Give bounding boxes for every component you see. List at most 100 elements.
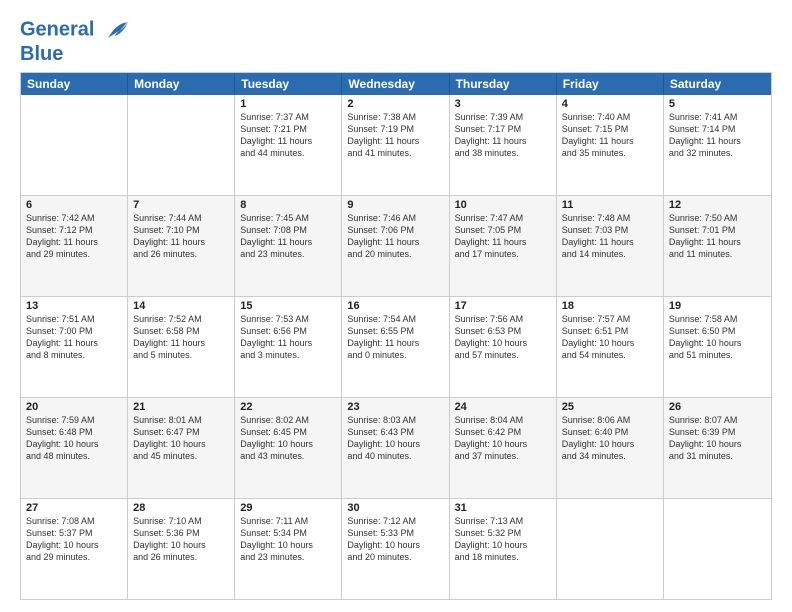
day-number: 17 [455, 300, 551, 312]
day-number: 25 [562, 401, 658, 413]
calendar-cell: 8Sunrise: 7:45 AM Sunset: 7:08 PM Daylig… [235, 196, 342, 296]
day-info: Sunrise: 7:52 AM Sunset: 6:58 PM Dayligh… [133, 313, 229, 362]
calendar-cell: 20Sunrise: 7:59 AM Sunset: 6:48 PM Dayli… [21, 398, 128, 498]
day-number: 15 [240, 300, 336, 312]
calendar-cell: 31Sunrise: 7:13 AM Sunset: 5:32 PM Dayli… [450, 499, 557, 599]
day-info: Sunrise: 7:11 AM Sunset: 5:34 PM Dayligh… [240, 515, 336, 564]
day-info: Sunrise: 8:01 AM Sunset: 6:47 PM Dayligh… [133, 414, 229, 463]
day-info: Sunrise: 8:06 AM Sunset: 6:40 PM Dayligh… [562, 414, 658, 463]
day-number: 30 [347, 502, 443, 514]
day-info: Sunrise: 7:46 AM Sunset: 7:06 PM Dayligh… [347, 212, 443, 261]
calendar-cell: 4Sunrise: 7:40 AM Sunset: 7:15 PM Daylig… [557, 95, 664, 195]
day-number: 5 [669, 98, 766, 110]
day-info: Sunrise: 7:48 AM Sunset: 7:03 PM Dayligh… [562, 212, 658, 261]
day-number: 28 [133, 502, 229, 514]
day-number: 24 [455, 401, 551, 413]
day-number: 9 [347, 199, 443, 211]
calendar-cell: 21Sunrise: 8:01 AM Sunset: 6:47 PM Dayli… [128, 398, 235, 498]
day-number: 20 [26, 401, 122, 413]
calendar-row-2: 13Sunrise: 7:51 AM Sunset: 7:00 PM Dayli… [21, 296, 771, 397]
day-info: Sunrise: 7:58 AM Sunset: 6:50 PM Dayligh… [669, 313, 766, 362]
day-info: Sunrise: 8:03 AM Sunset: 6:43 PM Dayligh… [347, 414, 443, 463]
calendar-cell: 17Sunrise: 7:56 AM Sunset: 6:53 PM Dayli… [450, 297, 557, 397]
day-number: 2 [347, 98, 443, 110]
calendar-cell: 13Sunrise: 7:51 AM Sunset: 7:00 PM Dayli… [21, 297, 128, 397]
weekday-header-tuesday: Tuesday [235, 73, 342, 95]
day-number: 16 [347, 300, 443, 312]
day-number: 7 [133, 199, 229, 211]
day-info: Sunrise: 7:08 AM Sunset: 5:37 PM Dayligh… [26, 515, 122, 564]
weekday-header-sunday: Sunday [21, 73, 128, 95]
logo-bird-icon [102, 16, 130, 44]
day-number: 23 [347, 401, 443, 413]
calendar-cell: 10Sunrise: 7:47 AM Sunset: 7:05 PM Dayli… [450, 196, 557, 296]
weekday-header-thursday: Thursday [450, 73, 557, 95]
day-number: 21 [133, 401, 229, 413]
day-info: Sunrise: 7:12 AM Sunset: 5:33 PM Dayligh… [347, 515, 443, 564]
weekday-header-monday: Monday [128, 73, 235, 95]
day-info: Sunrise: 8:04 AM Sunset: 6:42 PM Dayligh… [455, 414, 551, 463]
day-info: Sunrise: 7:47 AM Sunset: 7:05 PM Dayligh… [455, 212, 551, 261]
day-number: 19 [669, 300, 766, 312]
calendar-cell: 24Sunrise: 8:04 AM Sunset: 6:42 PM Dayli… [450, 398, 557, 498]
day-number: 27 [26, 502, 122, 514]
day-info: Sunrise: 7:56 AM Sunset: 6:53 PM Dayligh… [455, 313, 551, 362]
day-number: 26 [669, 401, 766, 413]
calendar-cell: 1Sunrise: 7:37 AM Sunset: 7:21 PM Daylig… [235, 95, 342, 195]
day-info: Sunrise: 7:45 AM Sunset: 7:08 PM Dayligh… [240, 212, 336, 261]
day-info: Sunrise: 7:53 AM Sunset: 6:56 PM Dayligh… [240, 313, 336, 362]
day-info: Sunrise: 7:13 AM Sunset: 5:32 PM Dayligh… [455, 515, 551, 564]
calendar-cell: 9Sunrise: 7:46 AM Sunset: 7:06 PM Daylig… [342, 196, 449, 296]
weekday-header-wednesday: Wednesday [342, 73, 449, 95]
calendar-cell: 7Sunrise: 7:44 AM Sunset: 7:10 PM Daylig… [128, 196, 235, 296]
calendar-cell: 12Sunrise: 7:50 AM Sunset: 7:01 PM Dayli… [664, 196, 771, 296]
calendar-cell: 5Sunrise: 7:41 AM Sunset: 7:14 PM Daylig… [664, 95, 771, 195]
calendar-cell: 15Sunrise: 7:53 AM Sunset: 6:56 PM Dayli… [235, 297, 342, 397]
calendar-cell: 14Sunrise: 7:52 AM Sunset: 6:58 PM Dayli… [128, 297, 235, 397]
weekday-header-saturday: Saturday [664, 73, 771, 95]
day-number: 18 [562, 300, 658, 312]
day-number: 13 [26, 300, 122, 312]
day-number: 22 [240, 401, 336, 413]
calendar-cell: 23Sunrise: 8:03 AM Sunset: 6:43 PM Dayli… [342, 398, 449, 498]
day-number: 6 [26, 199, 122, 211]
calendar-row-3: 20Sunrise: 7:59 AM Sunset: 6:48 PM Dayli… [21, 397, 771, 498]
calendar: SundayMondayTuesdayWednesdayThursdayFrid… [20, 72, 772, 600]
calendar-row-4: 27Sunrise: 7:08 AM Sunset: 5:37 PM Dayli… [21, 498, 771, 599]
calendar-cell: 11Sunrise: 7:48 AM Sunset: 7:03 PM Dayli… [557, 196, 664, 296]
day-info: Sunrise: 7:40 AM Sunset: 7:15 PM Dayligh… [562, 111, 658, 160]
day-info: Sunrise: 7:57 AM Sunset: 6:51 PM Dayligh… [562, 313, 658, 362]
day-info: Sunrise: 8:07 AM Sunset: 6:39 PM Dayligh… [669, 414, 766, 463]
calendar-row-0: 1Sunrise: 7:37 AM Sunset: 7:21 PM Daylig… [21, 95, 771, 195]
day-number: 1 [240, 98, 336, 110]
day-info: Sunrise: 7:44 AM Sunset: 7:10 PM Dayligh… [133, 212, 229, 261]
day-number: 3 [455, 98, 551, 110]
calendar-cell [21, 95, 128, 195]
day-info: Sunrise: 7:38 AM Sunset: 7:19 PM Dayligh… [347, 111, 443, 160]
calendar-cell: 30Sunrise: 7:12 AM Sunset: 5:33 PM Dayli… [342, 499, 449, 599]
day-info: Sunrise: 7:42 AM Sunset: 7:12 PM Dayligh… [26, 212, 122, 261]
day-number: 8 [240, 199, 336, 211]
day-info: Sunrise: 7:39 AM Sunset: 7:17 PM Dayligh… [455, 111, 551, 160]
day-info: Sunrise: 8:02 AM Sunset: 6:45 PM Dayligh… [240, 414, 336, 463]
calendar-body: 1Sunrise: 7:37 AM Sunset: 7:21 PM Daylig… [21, 95, 771, 599]
day-number: 10 [455, 199, 551, 211]
day-number: 14 [133, 300, 229, 312]
day-number: 4 [562, 98, 658, 110]
calendar-cell: 25Sunrise: 8:06 AM Sunset: 6:40 PM Dayli… [557, 398, 664, 498]
day-info: Sunrise: 7:41 AM Sunset: 7:14 PM Dayligh… [669, 111, 766, 160]
calendar-row-1: 6Sunrise: 7:42 AM Sunset: 7:12 PM Daylig… [21, 195, 771, 296]
calendar-cell [128, 95, 235, 195]
day-info: Sunrise: 7:51 AM Sunset: 7:00 PM Dayligh… [26, 313, 122, 362]
logo: General Blue [20, 16, 130, 64]
calendar-cell: 6Sunrise: 7:42 AM Sunset: 7:12 PM Daylig… [21, 196, 128, 296]
day-info: Sunrise: 7:54 AM Sunset: 6:55 PM Dayligh… [347, 313, 443, 362]
day-info: Sunrise: 7:37 AM Sunset: 7:21 PM Dayligh… [240, 111, 336, 160]
calendar-cell: 28Sunrise: 7:10 AM Sunset: 5:36 PM Dayli… [128, 499, 235, 599]
calendar-cell [557, 499, 664, 599]
calendar-cell: 29Sunrise: 7:11 AM Sunset: 5:34 PM Dayli… [235, 499, 342, 599]
calendar-cell: 27Sunrise: 7:08 AM Sunset: 5:37 PM Dayli… [21, 499, 128, 599]
weekday-header-friday: Friday [557, 73, 664, 95]
day-number: 29 [240, 502, 336, 514]
calendar-cell [664, 499, 771, 599]
